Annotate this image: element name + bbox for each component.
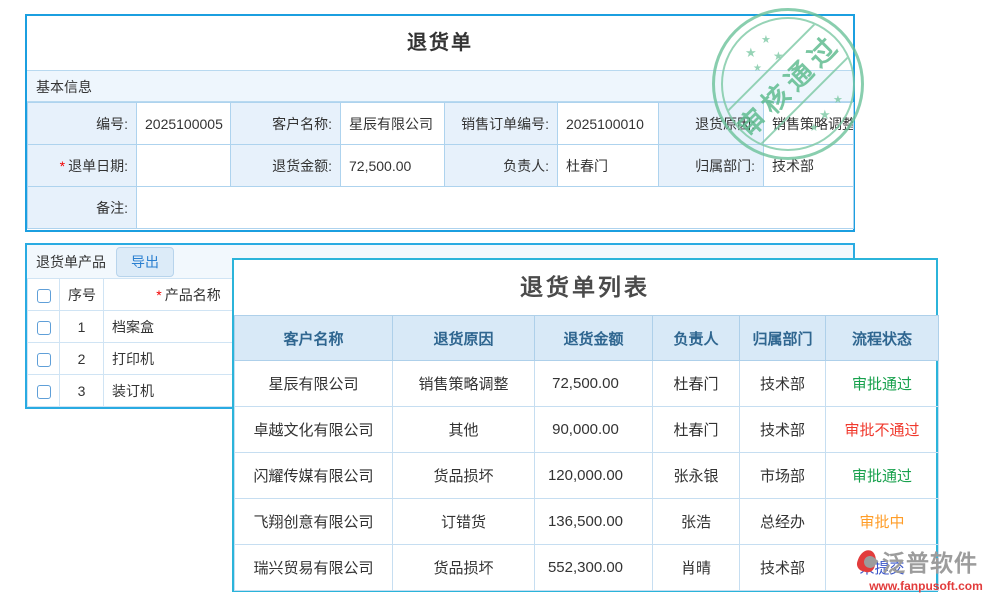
dialog-title: 退货单列表 — [234, 260, 936, 315]
col-customer: 客户名称 — [235, 316, 393, 361]
sales-order-value: 2025100010 — [558, 103, 659, 145]
reason-cell: 销售策略调整 — [393, 361, 535, 407]
dept-cell: 市场部 — [740, 453, 826, 499]
page: 退货单 基本信息 编号: 2025100005 客户名称: 星辰有限公司 销售订… — [0, 0, 1000, 600]
dept-cell: 总经办 — [740, 499, 826, 545]
required-asterisk: * — [60, 158, 65, 174]
product-section-title: 退货单产品 — [36, 252, 106, 272]
row-index: 2 — [60, 343, 104, 375]
select-all-checkbox[interactable] — [37, 289, 51, 303]
col-reason: 退货原因 — [393, 316, 535, 361]
remark-field[interactable] — [137, 187, 854, 229]
owner-cell: 肖晴 — [653, 545, 740, 591]
form-row-3: 备注: — [28, 187, 854, 229]
amount-cell: 90,000.00 — [535, 407, 653, 453]
owner-cell: 杜春门 — [653, 361, 740, 407]
customer-link[interactable]: 卓越文化有限公司 — [235, 407, 393, 453]
customer-value: 星辰有限公司 — [341, 103, 445, 145]
status-badge: 审批中 — [826, 499, 939, 545]
reason-label: 退货原因: — [659, 103, 764, 145]
customer-link[interactable]: 飞翔创意有限公司 — [235, 499, 393, 545]
return-date-label: *退单日期: — [28, 145, 137, 187]
export-button[interactable]: 导出 — [116, 247, 174, 277]
sales-order-label: 销售订单编号: — [445, 103, 558, 145]
col-owner: 负责人 — [653, 316, 740, 361]
watermark-brand: 泛普软件 — [882, 544, 978, 578]
return-order-list-dialog: 退货单列表 客户名称 退货原因 退货金额 负责人 归属部门 流程状态 星辰有限公… — [232, 258, 938, 592]
select-all-cell — [28, 279, 60, 311]
row-checkbox[interactable] — [37, 385, 51, 399]
return-order-form-panel: 退货单 基本信息 编号: 2025100005 客户名称: 星辰有限公司 销售订… — [25, 14, 855, 232]
owner-label: 负责人: — [445, 145, 558, 187]
amount-cell: 136,500.00 — [535, 499, 653, 545]
row-index: 1 — [60, 311, 104, 343]
list-row[interactable]: 卓越文化有限公司 其他 90,000.00 杜春门 技术部 审批不通过 — [235, 407, 939, 453]
remark-label: 备注: — [28, 187, 137, 229]
amount-value: 72,500.00 — [341, 145, 445, 187]
owner-value: 杜春门 — [558, 145, 659, 187]
list-row[interactable]: 飞翔创意有限公司 订错货 136,500.00 张浩 总经办 审批中 — [235, 499, 939, 545]
list-header-row: 客户名称 退货原因 退货金额 负责人 归属部门 流程状态 — [235, 316, 939, 361]
owner-cell: 张永银 — [653, 453, 740, 499]
col-dept: 归属部门 — [740, 316, 826, 361]
dept-cell: 技术部 — [740, 545, 826, 591]
reason-cell: 货品损坏 — [393, 545, 535, 591]
col-status: 流程状态 — [826, 316, 939, 361]
customer-link[interactable]: 闪耀传媒有限公司 — [235, 453, 393, 499]
form-row-1: 编号: 2025100005 客户名称: 星辰有限公司 销售订单编号: 2025… — [28, 103, 854, 145]
reason-value: 销售策略调整 — [764, 103, 854, 145]
basic-info-grid: 编号: 2025100005 客户名称: 星辰有限公司 销售订单编号: 2025… — [27, 102, 854, 229]
list-row[interactable]: 瑞兴贸易有限公司 货品损坏 552,300.00 肖晴 技术部 未提交 — [235, 545, 939, 591]
reason-cell: 其他 — [393, 407, 535, 453]
row-checkbox[interactable] — [37, 353, 51, 367]
customer-label: 客户名称: — [231, 103, 341, 145]
dept-cell: 技术部 — [740, 361, 826, 407]
reason-cell: 货品损坏 — [393, 453, 535, 499]
dept-cell: 技术部 — [740, 407, 826, 453]
status-badge: 审批不通过 — [826, 407, 939, 453]
required-asterisk: * — [156, 287, 161, 303]
amount-label: 退货金额: — [231, 145, 341, 187]
return-date-field[interactable] — [137, 145, 231, 187]
customer-link[interactable]: 瑞兴贸易有限公司 — [235, 545, 393, 591]
number-label: 编号: — [28, 103, 137, 145]
row-index: 3 — [60, 375, 104, 407]
vendor-watermark: 泛普软件 www.fanpusoft.com — [856, 544, 996, 593]
reason-cell: 订错货 — [393, 499, 535, 545]
number-value: 2025100005 — [137, 103, 231, 145]
dept-value: 技术部 — [764, 145, 854, 187]
col-amount: 退货金额 — [535, 316, 653, 361]
status-badge: 审批通过 — [826, 361, 939, 407]
fanpu-logo-icon — [856, 549, 880, 573]
dept-label: 归属部门: — [659, 145, 764, 187]
amount-cell: 552,300.00 — [535, 545, 653, 591]
list-row[interactable]: 星辰有限公司 销售策略调整 72,500.00 杜春门 技术部 审批通过 — [235, 361, 939, 407]
index-column-header: 序号 — [60, 279, 104, 311]
section-basic-info: 基本信息 — [27, 70, 853, 102]
amount-cell: 120,000.00 — [535, 453, 653, 499]
return-order-list-table: 客户名称 退货原因 退货金额 负责人 归属部门 流程状态 星辰有限公司 销售策略… — [234, 315, 939, 591]
row-checkbox[interactable] — [37, 321, 51, 335]
list-row[interactable]: 闪耀传媒有限公司 货品损坏 120,000.00 张永银 市场部 审批通过 — [235, 453, 939, 499]
form-title: 退货单 — [27, 16, 853, 70]
owner-cell: 张浩 — [653, 499, 740, 545]
form-row-2: *退单日期: 退货金额: 72,500.00 负责人: 杜春门 归属部门: 技术… — [28, 145, 854, 187]
customer-link[interactable]: 星辰有限公司 — [235, 361, 393, 407]
amount-cell: 72,500.00 — [535, 361, 653, 407]
owner-cell: 杜春门 — [653, 407, 740, 453]
watermark-url: www.fanpusoft.com — [856, 579, 996, 593]
status-badge: 审批通过 — [826, 453, 939, 499]
